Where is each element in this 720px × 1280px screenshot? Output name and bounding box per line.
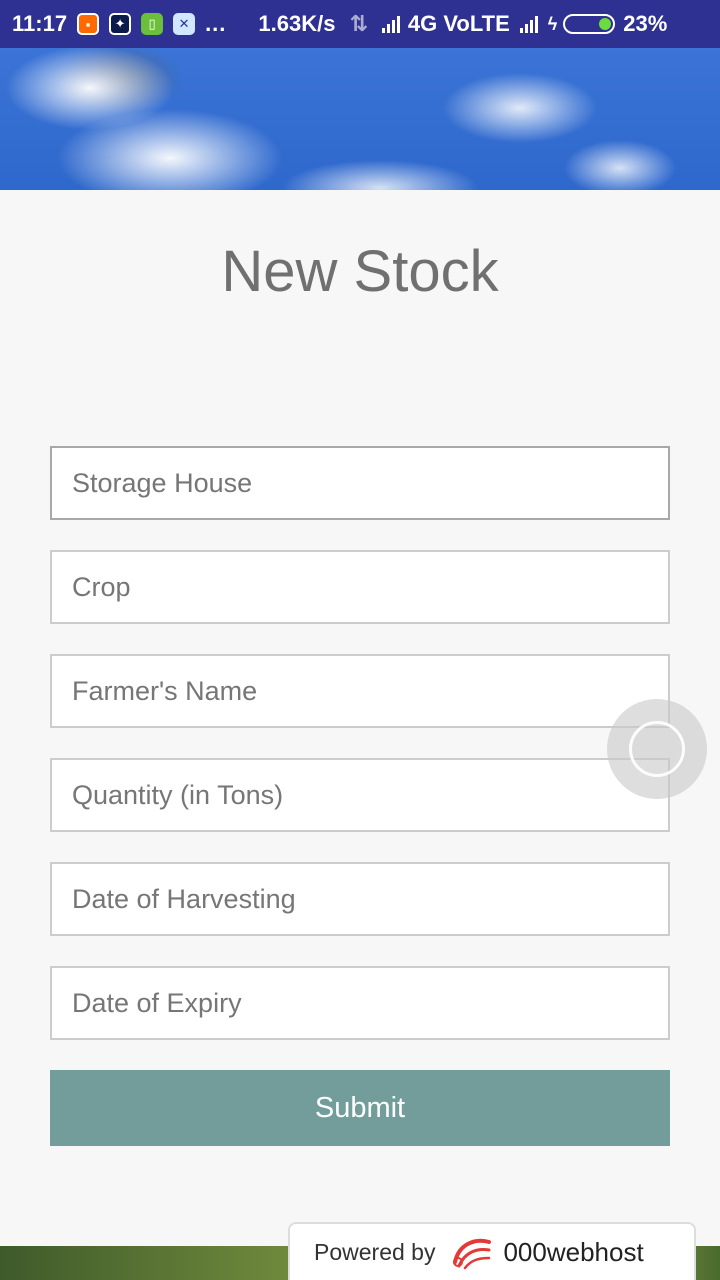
signal-strength-2-icon bbox=[519, 15, 538, 33]
storage-house-input[interactable] bbox=[50, 446, 670, 520]
brand-name: 000webhost bbox=[503, 1236, 644, 1267]
crop-input[interactable] bbox=[50, 550, 670, 624]
shield-notification-icon: ✕ bbox=[173, 13, 196, 35]
powered-by-badge[interactable]: Powered by 000webhost bbox=[288, 1222, 696, 1280]
network-speed: 1.63K/s bbox=[258, 11, 336, 36]
charging-icon: ϟ bbox=[547, 13, 558, 34]
date-of-harvesting-input[interactable] bbox=[50, 862, 670, 936]
header-sky-image bbox=[0, 48, 720, 190]
signal-strength-icon bbox=[381, 15, 400, 33]
date-of-expiry-input[interactable] bbox=[50, 966, 670, 1040]
assistive-touch-button[interactable] bbox=[607, 699, 707, 799]
quantity-input[interactable] bbox=[50, 758, 670, 832]
messenger-notification-icon: ✦ bbox=[109, 13, 132, 35]
battery-percentage: 23% bbox=[623, 11, 668, 36]
farmers-name-input[interactable] bbox=[50, 654, 670, 728]
powered-by-text: Powered by bbox=[314, 1238, 436, 1265]
submit-button[interactable]: Submit bbox=[50, 1070, 670, 1146]
network-type: 4G VoLTE bbox=[407, 11, 510, 36]
status-bar: 11:17 ▪ ✦ ▯ ✕ ... 1.63K/s ⇅ 4G VoLTE ϟ 2… bbox=[0, 0, 720, 48]
more-notifications-icon: ... bbox=[205, 11, 227, 36]
page-title: New Stock bbox=[221, 239, 499, 304]
mi-notification-icon: ▪ bbox=[77, 13, 100, 35]
webhost-logo-icon bbox=[449, 1232, 495, 1272]
status-time: 11:17 bbox=[12, 11, 68, 36]
data-transfer-icon: ⇅ bbox=[349, 11, 368, 36]
circle-icon bbox=[629, 721, 685, 777]
battery-icon bbox=[563, 14, 616, 34]
battery-notification-icon: ▯ bbox=[141, 13, 164, 35]
